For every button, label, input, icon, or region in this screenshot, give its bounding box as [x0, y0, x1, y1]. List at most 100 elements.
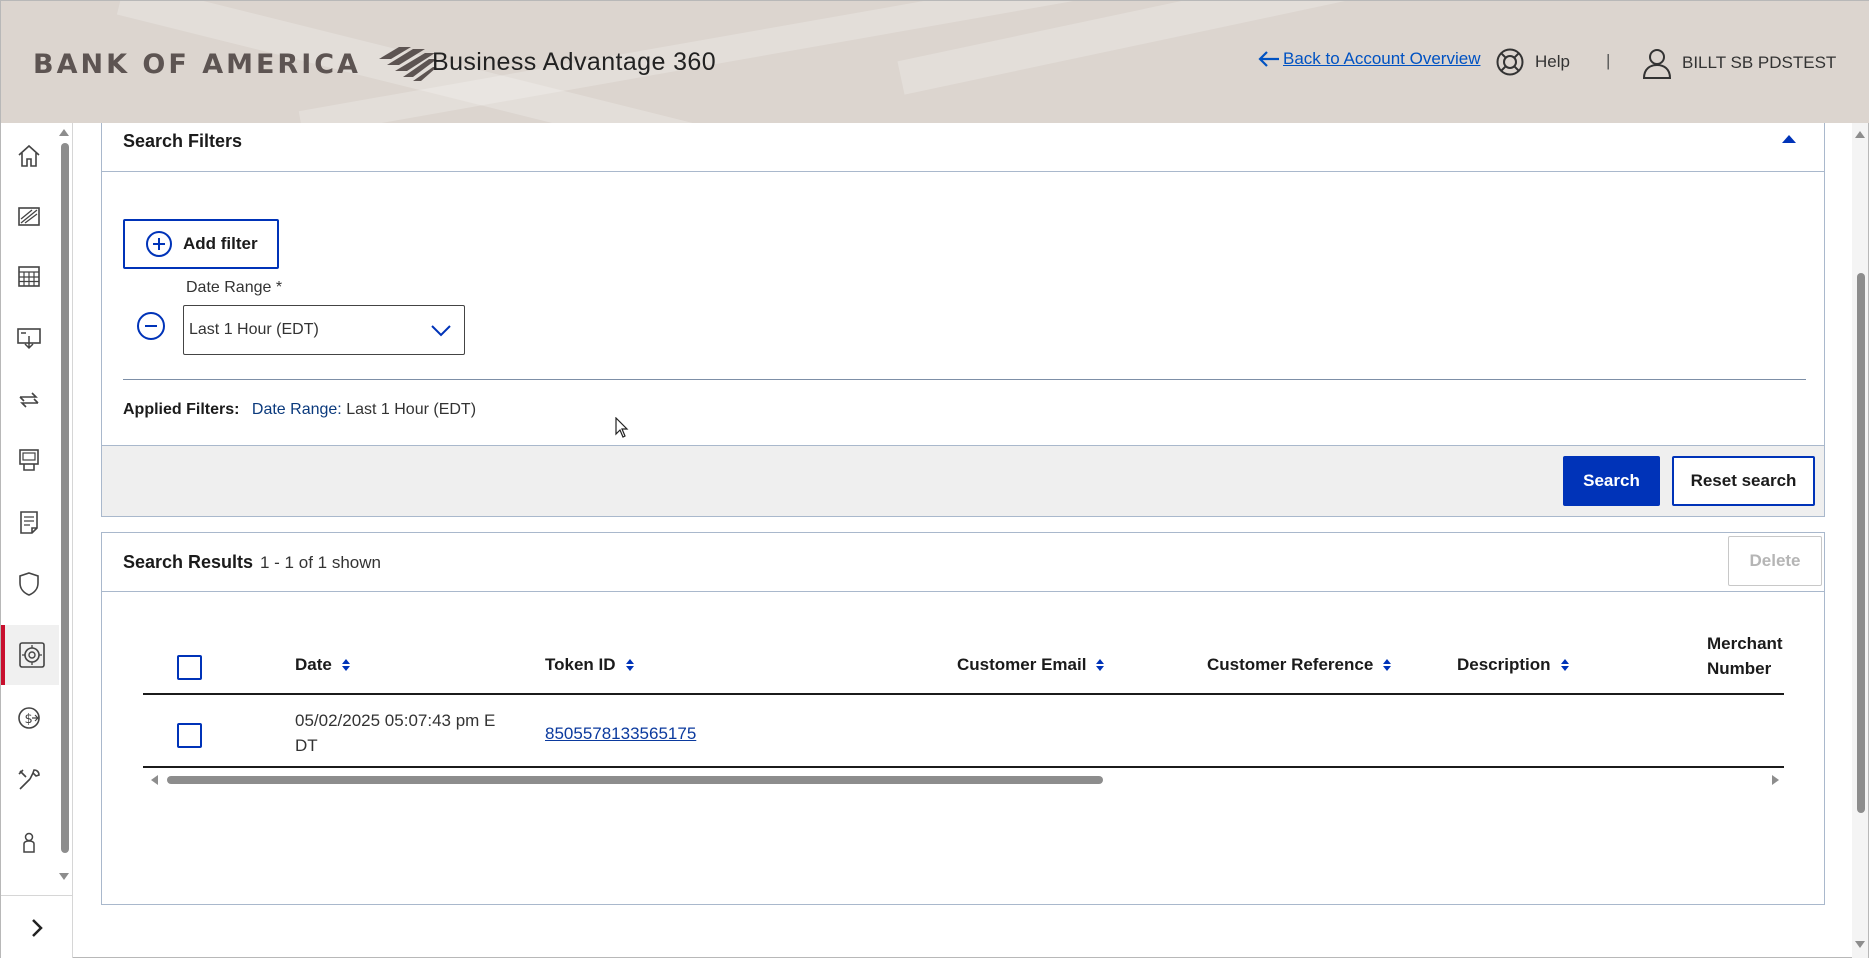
sort-icon[interactable] [1560, 659, 1569, 671]
logo-text: BANK OF AMERICA [33, 48, 361, 80]
collapse-caret-icon[interactable] [1782, 135, 1796, 143]
rail-item-calendar[interactable] [1, 247, 57, 305]
bank-logo[interactable]: BANK OF AMERICA [33, 45, 437, 83]
filters-footer: Search Reset search [102, 445, 1824, 516]
page-scrollbar-thumb[interactable] [1857, 273, 1865, 813]
minus-circle-icon [137, 312, 165, 340]
sort-icon[interactable] [625, 659, 634, 671]
rail-item-home[interactable] [1, 127, 57, 185]
add-filter-label: Add filter [183, 234, 258, 253]
product-name: Business Advantage 360 [432, 48, 717, 76]
row-date: 05/02/2025 05:07:43 pm E DT [295, 708, 495, 758]
applied-filter-name: Date Range: [251, 401, 342, 418]
user-menu[interactable]: BILLT SB PDSTEST [1642, 47, 1836, 79]
chevron-down-icon [431, 325, 451, 337]
rail-item-reports[interactable] [1, 493, 57, 551]
search-filters-title: Search Filters [123, 131, 243, 151]
merchant-services-icon [19, 642, 45, 668]
column-header-merchant-number[interactable]: Merchant Number [1707, 631, 1783, 681]
back-link-label: Back to Account Overview [1283, 49, 1481, 68]
page-scroll-down-arrow[interactable] [1855, 941, 1865, 948]
column-label: Description [1457, 655, 1551, 674]
column-header-description[interactable]: Description [1457, 655, 1569, 675]
user-icon [23, 832, 35, 853]
scroll-right-arrow[interactable] [1772, 775, 1779, 785]
search-filters-header[interactable]: Search Filters [102, 123, 1824, 172]
back-to-account-overview-link[interactable]: Back to Account Overview [1257, 49, 1480, 69]
lifebuoy-help-icon [1496, 48, 1524, 76]
rail-item-security[interactable] [1, 555, 57, 613]
help-button[interactable]: Help [1495, 47, 1570, 77]
column-header-customer-email[interactable]: Customer Email [957, 655, 1105, 675]
column-label: Customer Reference [1207, 655, 1374, 674]
expand-rail-button[interactable] [1, 895, 73, 958]
help-label: Help [1535, 52, 1570, 71]
column-label: Customer Email [957, 655, 1087, 674]
page-scroll-up-arrow[interactable] [1855, 131, 1865, 138]
column-label: Number [1707, 659, 1772, 678]
rail-item-payments[interactable]: $ [1, 689, 57, 747]
column-label: Date [295, 655, 332, 674]
date-range-select[interactable]: Last 1 Hour (EDT) [183, 305, 465, 355]
applied-filter-value: Last 1 Hour (EDT) [346, 401, 477, 418]
date-range-value: Last 1 Hour (EDT) [189, 321, 319, 338]
search-results-title: Search Results [123, 552, 254, 572]
search-filters-panel: Search Filters Add filter Date Range * L… [101, 123, 1825, 517]
applied-filters: Applied Filters: Date Range: Last 1 Hour… [123, 401, 476, 419]
add-filter-button[interactable]: Add filter [123, 219, 279, 269]
home-icon [18, 144, 40, 167]
rail-item-profile[interactable] [1, 813, 57, 871]
app-header: BANK OF AMERICA Business Advantage 360 B… [1, 1, 1869, 123]
scroll-left-arrow[interactable] [151, 775, 158, 785]
remove-filter-button[interactable] [136, 311, 166, 346]
rail-scroll-up-arrow[interactable] [59, 129, 69, 136]
row-token-id[interactable]: 8505578133565175 [545, 721, 696, 746]
arrow-left-icon [1258, 51, 1279, 67]
rail-scroll-down-arrow[interactable] [59, 873, 69, 880]
rail-item-accounts[interactable] [1, 187, 57, 245]
search-results-panel: Search Results 1 - 1 of 1 shown Delete D… [101, 532, 1825, 905]
rail-item-terminal[interactable] [1, 431, 57, 489]
row-date-line: DT [295, 736, 318, 755]
rail-item-transfers[interactable] [1, 371, 57, 429]
date-range-label: Date Range * [186, 279, 283, 296]
security-shield-icon [19, 572, 39, 596]
delete-button[interactable]: Delete [1728, 536, 1822, 586]
rail-item-tools[interactable] [1, 751, 57, 809]
table-header-divider [143, 693, 1784, 695]
user-name: BILLT SB PDSTEST [1682, 53, 1837, 72]
user-profile-icon [1642, 49, 1672, 79]
column-header-token-id[interactable]: Token ID [545, 655, 634, 675]
tools-wrench-icon [18, 769, 40, 790]
calendar-icon [18, 266, 40, 287]
chevron-right-icon [32, 918, 43, 937]
deposit-icon [17, 328, 41, 350]
flag-logo-icon [378, 47, 437, 81]
results-count: 1 - 1 of 1 shown [260, 553, 381, 572]
token-id-link[interactable]: 8505578133565175 [545, 724, 696, 743]
row-checkbox[interactable] [177, 723, 202, 748]
header-separator: | [1606, 51, 1611, 70]
applied-filters-label: Applied Filters: [123, 401, 240, 418]
svg-text:$: $ [25, 712, 33, 727]
table-row-divider [143, 766, 1784, 768]
rail-scrollbar-thumb[interactable] [61, 143, 69, 853]
table-horizontal-scrollbar[interactable] [143, 773, 1784, 785]
table-scrollbar-thumb[interactable] [167, 776, 1103, 784]
reset-search-button[interactable]: Reset search [1672, 456, 1815, 506]
column-header-customer-reference[interactable]: Customer Reference [1207, 655, 1392, 675]
sort-icon[interactable] [341, 659, 350, 671]
select-all-checkbox[interactable] [177, 655, 202, 680]
search-button[interactable]: Search [1563, 456, 1660, 506]
search-results-header: Search Results 1 - 1 of 1 shown Delete [102, 533, 1824, 592]
sort-icon[interactable] [1383, 659, 1392, 671]
rail-item-merchant-services[interactable] [1, 625, 59, 685]
payments-icon: $ [18, 707, 40, 729]
terminal-icon [19, 449, 39, 471]
column-label: Merchant [1707, 634, 1783, 653]
reports-icon [20, 511, 38, 534]
rail-item-deposits[interactable] [1, 309, 57, 367]
column-header-date[interactable]: Date [295, 655, 350, 675]
sort-icon[interactable] [1096, 659, 1105, 671]
plus-circle-icon [146, 231, 172, 257]
